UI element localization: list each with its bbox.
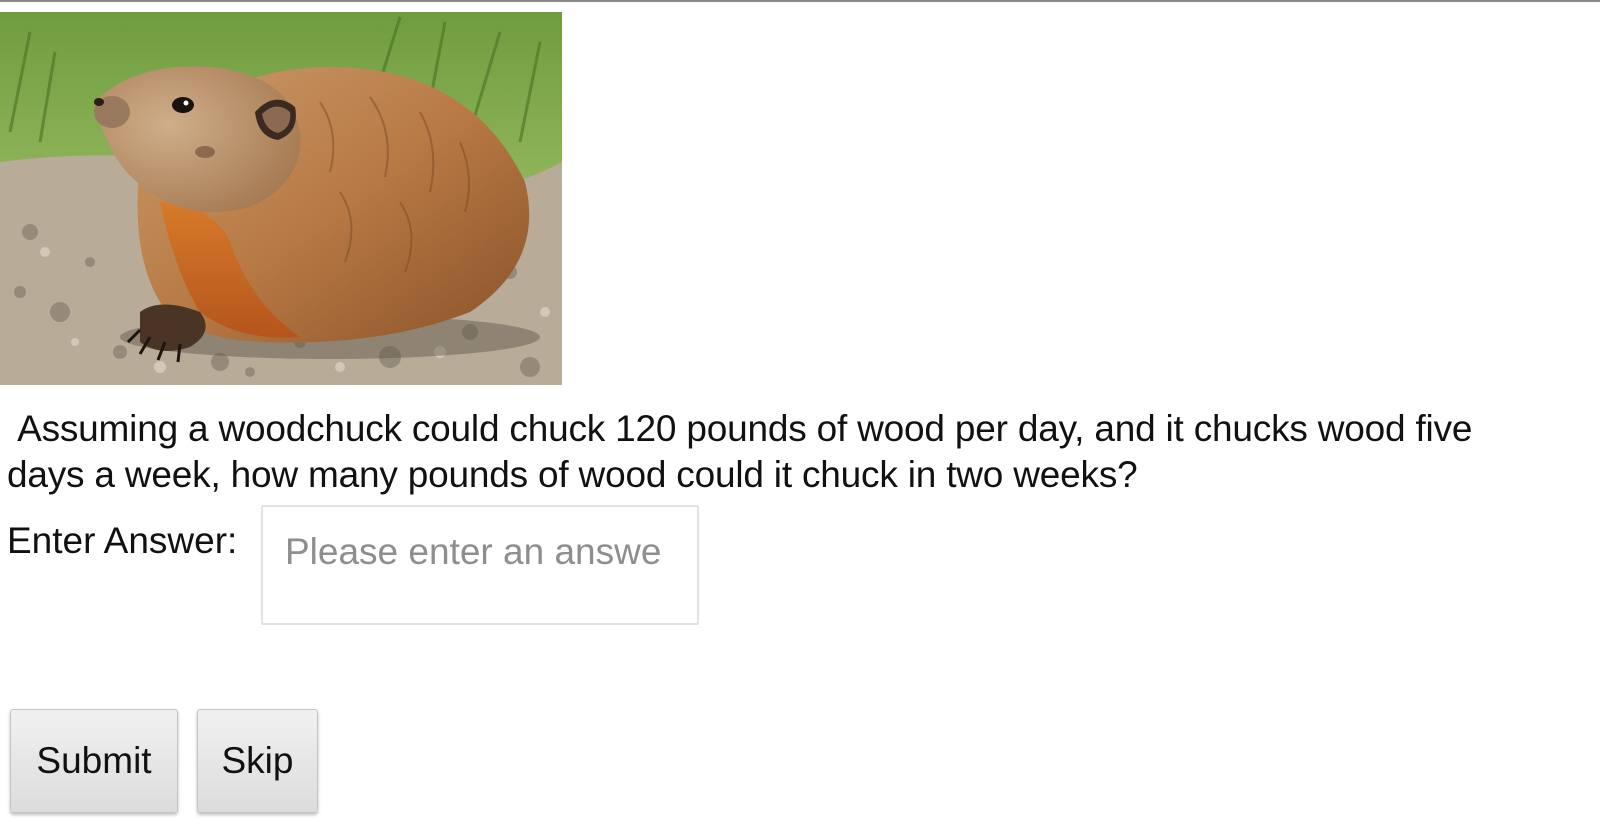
answer-label: Enter Answer: [7, 520, 238, 561]
question-text: Assuming a woodchuck could chuck 120 pou… [7, 408, 1473, 495]
skip-button[interactable]: Skip [197, 709, 318, 813]
answer-input[interactable] [261, 505, 699, 625]
submit-button[interactable]: Submit [10, 709, 178, 813]
woodchuck-image [0, 12, 562, 385]
top-divider [0, 0, 1600, 2]
